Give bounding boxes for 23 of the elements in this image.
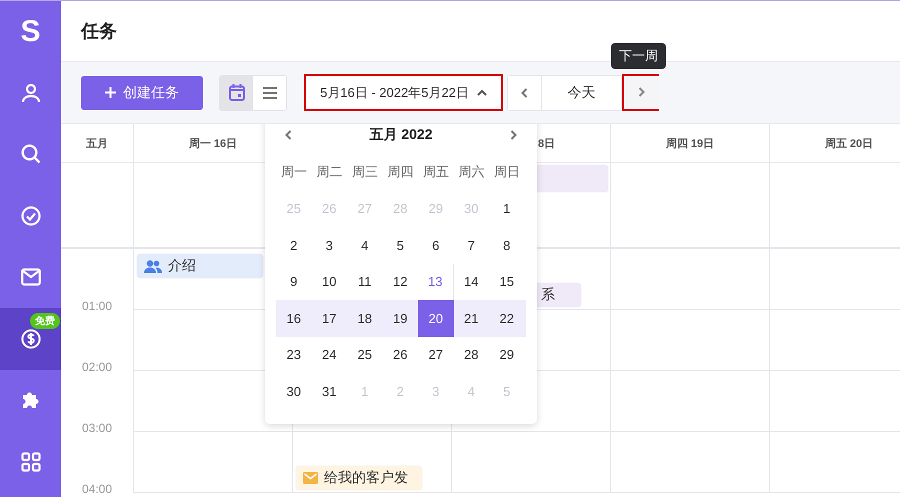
tooltip: 下一周 xyxy=(611,43,666,69)
hour-label: 03:00 xyxy=(82,421,112,435)
day-header: 周五 20日 xyxy=(824,136,874,150)
weekday-label: 周四 xyxy=(386,163,414,182)
event-title: 介绍 xyxy=(168,257,196,275)
weekday-label: 周三 xyxy=(350,163,379,182)
hour-label: 02:00 xyxy=(82,360,112,374)
event-title: 系 xyxy=(541,286,555,304)
hour-label: 01:00 xyxy=(82,299,112,313)
month-title: 五月 2022 xyxy=(369,126,433,144)
free-badge: 免费 xyxy=(30,313,60,329)
page-title: 任务 xyxy=(81,20,117,43)
weekday-label: 周五 xyxy=(422,163,450,182)
day-header: 8日 xyxy=(538,136,556,150)
hour-label: 04:00 xyxy=(82,482,112,496)
weekday-label: 周二 xyxy=(315,163,344,182)
weekday-label: 周一 xyxy=(280,163,308,182)
day-header: 周四 19日 xyxy=(666,136,714,150)
weekday-label: 周日 xyxy=(492,163,521,182)
weekday-label: 周六 xyxy=(457,163,486,182)
month-label: 五月 xyxy=(86,136,108,150)
day-header: 周一 16日 xyxy=(188,136,238,150)
event-title: 给我的客户发 xyxy=(324,469,408,487)
